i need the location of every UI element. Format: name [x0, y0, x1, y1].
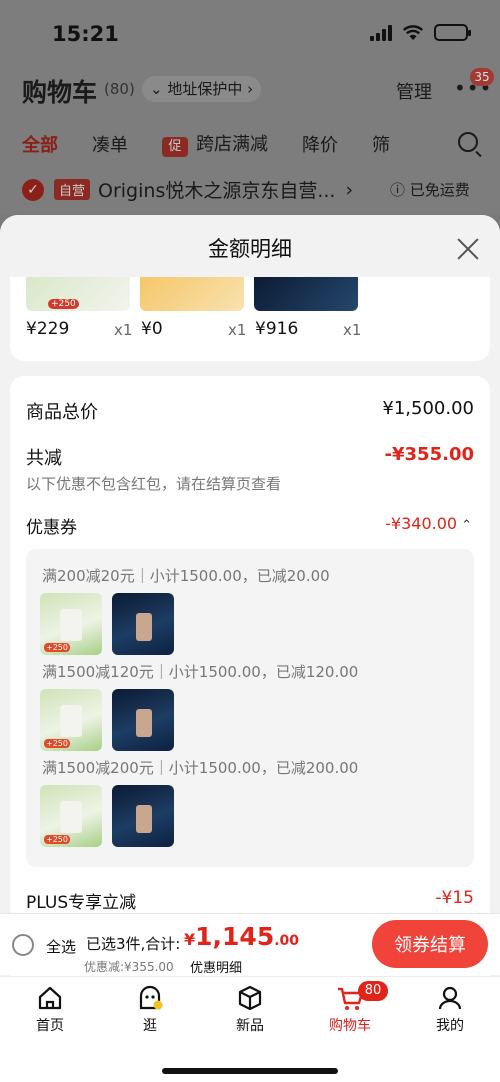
browse-icon	[139, 985, 163, 1010]
coupon-line: 满1500减120元｜小计1500.00，已减120.00	[42, 663, 359, 681]
total-label: 商品总价	[26, 402, 98, 423]
tab-bundle[interactable]: 凑单	[92, 131, 128, 157]
product-price: ¥916	[255, 319, 299, 339]
products-card: +250 ¥229 x1 ¥0 x1 ¥916 x1	[10, 277, 490, 361]
address-protection[interactable]: ⌄ 地址保护中 ›	[142, 76, 262, 102]
coupon-line: 满200减20元｜小计1500.00，已减20.00	[42, 567, 330, 585]
cart-count: (80)	[104, 80, 135, 98]
reduce-note: 以下优惠不包含红包，请在结算页查看	[26, 475, 282, 493]
product-badge: +250	[48, 299, 79, 309]
signal-icon	[370, 24, 392, 41]
nav-cart-label: 购物车	[329, 1018, 371, 1034]
total-amount: ¥1,145.00	[184, 922, 299, 951]
product-image[interactable]	[140, 277, 244, 311]
nav-new-label: 新品	[236, 1018, 264, 1034]
product-thumbnail: +250	[40, 689, 102, 751]
tab-all[interactable]: 全部	[22, 131, 58, 157]
bottom-nav: 首页 逛 新品 购物车 80 我的	[0, 976, 500, 1082]
chevron-right-icon: ›	[345, 178, 354, 201]
tab-price-drop[interactable]: 降价	[302, 131, 338, 157]
nav-home-label: 首页	[36, 1018, 64, 1034]
coupon-toggle[interactable]: -¥340.00 ⌃	[385, 514, 472, 533]
plus-discount-label: PLUS专享立减	[26, 893, 137, 913]
product-thumbnail	[112, 689, 174, 751]
nav-new[interactable]: 新品	[200, 983, 300, 1035]
nav-mine-label: 我的	[436, 1018, 464, 1034]
product-qty: x1	[343, 321, 362, 339]
product-price: ¥229	[26, 319, 70, 339]
currency-symbol: ¥	[184, 930, 196, 949]
status-icons	[370, 24, 471, 41]
free-shipping-label: 已免运费	[409, 181, 470, 199]
tab-cross-store[interactable]: 促跨店满减	[162, 130, 268, 157]
cart-title: 购物车	[22, 78, 98, 107]
discount-detail-link[interactable]: 优惠明细	[190, 957, 242, 976]
more-badge: 35	[470, 68, 494, 86]
coupon-value: -¥340.00	[385, 514, 458, 533]
plus-discount-value: -¥15	[435, 888, 474, 908]
nav-mine[interactable]: 我的	[400, 983, 500, 1035]
chevron-right-icon: ›	[247, 80, 254, 98]
product-image[interactable]: +250	[26, 277, 130, 311]
thumbnail-tag: +250	[44, 643, 70, 652]
shop-name: Origins悦木之源京东自营...	[98, 180, 336, 202]
reduce-label: 共减	[26, 448, 62, 469]
cart-badge: 80	[358, 981, 388, 1001]
checkout-button[interactable]: 领券结算	[372, 920, 488, 968]
nav-browse-label: 逛	[143, 1018, 157, 1034]
nav-cart[interactable]: 购物车 80	[300, 981, 400, 1035]
search-icon[interactable]	[458, 132, 478, 152]
battery-icon	[434, 24, 471, 41]
address-protection-label: 地址保护中	[167, 80, 243, 98]
product-price: ¥0	[141, 319, 163, 339]
modal-header: 金额明细	[0, 215, 500, 277]
select-all-radio[interactable]	[12, 934, 34, 956]
product-thumbnail: +250	[40, 593, 102, 655]
shop-row[interactable]: ✓ 自营 Origins悦木之源京东自营... ›	[22, 176, 353, 203]
chevron-up-icon: ⌃	[461, 518, 472, 533]
manage-button[interactable]: 管理	[396, 78, 432, 104]
selected-summary: 已选3件,合计:	[86, 935, 181, 953]
coupon-line: 满1500减200元｜小计1500.00，已减200.00	[42, 759, 359, 777]
wifi-icon	[402, 25, 424, 40]
coupon-label: 优惠券	[26, 518, 77, 538]
nav-home[interactable]: 首页	[0, 983, 100, 1035]
tab-filter[interactable]: 筛	[372, 131, 390, 157]
self-operated-badge: 自营	[54, 179, 91, 200]
product-thumbnail	[112, 593, 174, 655]
amount-integer: 1,145	[195, 922, 275, 951]
saved-amount: 优惠减:¥355.00	[84, 960, 174, 974]
free-shipping: ⓘ 已免运费	[390, 181, 470, 199]
product-image[interactable]	[254, 277, 358, 311]
amount-decimal: .00	[274, 933, 300, 949]
profile-icon	[438, 986, 462, 1010]
product-thumbnail: +250	[40, 785, 102, 847]
close-icon[interactable]	[456, 237, 480, 261]
new-products-icon	[238, 985, 262, 1011]
cart-tabs: 全部 凑单 促跨店满减 降价 筛	[22, 130, 424, 157]
product-qty: x1	[114, 321, 133, 339]
coupon-detail-box: 满200减20元｜小计1500.00，已减20.00 +250 满1500减12…	[26, 549, 474, 867]
check-icon[interactable]: ✓	[22, 178, 44, 201]
thumbnail-tag: +250	[44, 835, 70, 844]
chevron-down-icon: ⌄	[150, 80, 163, 98]
reduce-value: -¥355.00	[384, 444, 474, 465]
home-indicator[interactable]	[162, 1068, 338, 1074]
select-all-label[interactable]: 全选	[46, 936, 76, 957]
checkout-bar: 全选 已选3件,合计: ¥1,145.00 优惠减:¥355.00 优惠明细 领…	[0, 913, 500, 976]
modal-title: 金额明细	[208, 237, 292, 261]
status-bar: 15:21	[0, 0, 500, 64]
thumbnail-tag: +250	[44, 739, 70, 748]
status-time: 15:21	[52, 22, 119, 46]
tab-cross-store-label: 跨店满减	[196, 134, 268, 155]
home-icon	[38, 986, 62, 1010]
promo-tag: 促	[162, 137, 188, 157]
nav-browse[interactable]: 逛	[100, 983, 200, 1035]
total-value: ¥1,500.00	[382, 398, 474, 419]
product-qty: x1	[228, 321, 247, 339]
product-thumbnail	[112, 785, 174, 847]
